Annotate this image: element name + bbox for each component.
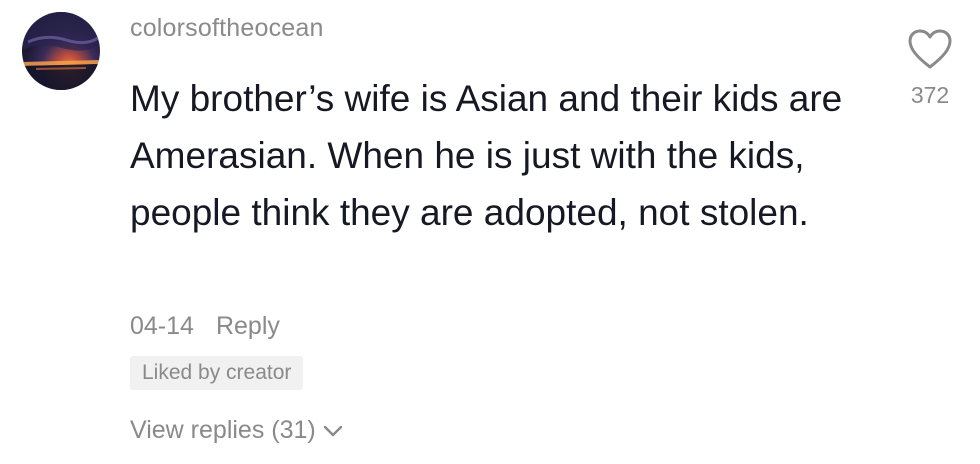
avatar-image (22, 12, 100, 90)
liked-by-creator-badge: Liked by creator (130, 356, 304, 390)
comment-meta: 04-14 Reply (130, 312, 280, 341)
heart-outline-icon (908, 29, 952, 69)
view-replies-label: View replies (31) (130, 416, 316, 444)
comment-date: 04-14 (130, 312, 194, 340)
comment-item: colorsoftheocean My brother’s wife is As… (0, 0, 980, 464)
like-count: 372 (910, 82, 950, 108)
reply-button[interactable]: Reply (216, 312, 280, 341)
avatar[interactable] (22, 12, 100, 90)
like-button[interactable]: 372 (900, 28, 960, 109)
comment-text: My brother’s wife is Asian and their kid… (130, 78, 843, 233)
username[interactable]: colorsoftheocean (130, 14, 324, 43)
view-replies-button[interactable]: View replies (31) (130, 416, 344, 445)
chevron-down-icon (323, 425, 342, 436)
